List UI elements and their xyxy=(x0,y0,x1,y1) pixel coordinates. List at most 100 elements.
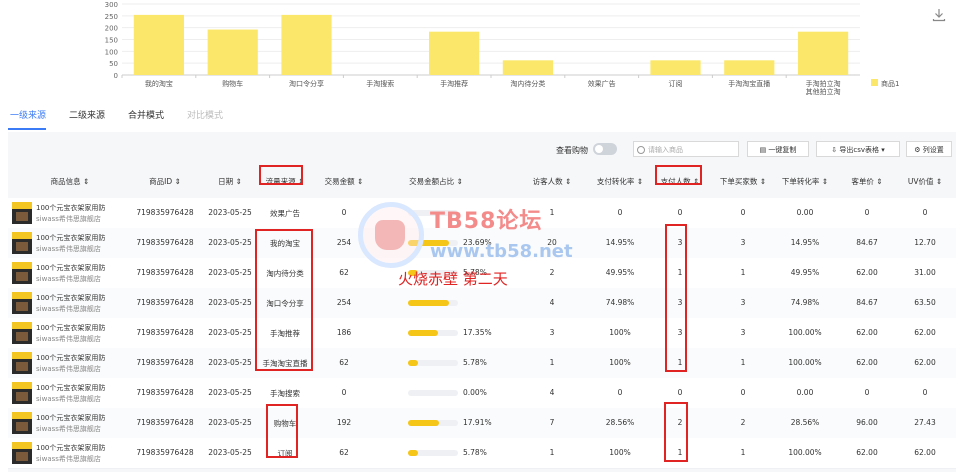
cell-pay-conversion: 100% xyxy=(609,358,631,367)
watermark-url: www.tb58.net xyxy=(430,241,573,262)
cell-uv-value: 62.00 xyxy=(914,328,936,337)
product-thumbnail[interactable] xyxy=(12,412,32,434)
cell-amount: 254 xyxy=(336,238,352,247)
bar[interactable] xyxy=(429,31,480,75)
export-csv-button[interactable]: ⇩ 导出csv表格 ▾ xyxy=(816,141,900,157)
product-name[interactable]: 100个元宝衣架家用防 xyxy=(36,413,105,423)
col-order-conversion[interactable]: 下单转化率 ⇕ xyxy=(782,176,828,187)
table-row[interactable]: 100个元宝衣架家用防 siwass希伟思旗舰店 719835976428 2023-… xyxy=(8,378,956,409)
bar[interactable] xyxy=(133,14,184,76)
product-name[interactable]: 100个元宝衣架家用防 xyxy=(36,383,105,393)
product-search-input[interactable]: 请输入商品 xyxy=(633,141,739,157)
highlight-source-group xyxy=(255,229,313,371)
cell-amount: 62 xyxy=(339,268,349,277)
cell-order-conversion: 0.00 xyxy=(796,388,814,397)
col-uv-value[interactable]: UV价值 ⇕ xyxy=(908,176,942,187)
cell-order-conversion: 49.95% xyxy=(790,268,820,277)
highlight-source-header xyxy=(259,165,303,185)
cell-pay-conversion: 28.56% xyxy=(605,418,635,427)
cell-visitors: 7 xyxy=(549,418,555,427)
cell-date: 2023-05-25 xyxy=(208,418,252,427)
view-purchase-toggle[interactable] xyxy=(593,143,617,155)
tab-level2-source[interactable]: 二级来源 xyxy=(69,108,105,121)
column-settings-button[interactable]: ⚙ 列设置 xyxy=(906,141,952,157)
download-icon[interactable] xyxy=(932,8,946,22)
active-tab-indicator xyxy=(8,128,46,130)
cell-product-id: 719835976428 xyxy=(136,418,194,427)
copy-button[interactable]: ▤ 一键复制 xyxy=(747,141,809,157)
cell-visitors: 1 xyxy=(549,358,555,367)
amount-share-percent: 5.78% xyxy=(463,358,487,367)
highlight-source-group-2 xyxy=(266,404,298,458)
amount-share-fill xyxy=(408,450,419,456)
cell-product-id: 719835976428 xyxy=(136,448,194,457)
bar[interactable] xyxy=(502,60,553,75)
legend-label[interactable]: 商品1 xyxy=(881,79,899,88)
cell-amount: 0 xyxy=(341,388,347,397)
cell-amount: 186 xyxy=(336,328,352,337)
col-visitors[interactable]: 访客人数 ⇕ xyxy=(533,176,572,187)
y-tick-label: 100 xyxy=(105,48,118,56)
bar[interactable] xyxy=(650,60,701,75)
bar[interactable] xyxy=(281,14,332,76)
col-product-id[interactable]: 商品ID ⇕ xyxy=(149,176,181,187)
product-name[interactable]: 100个元宝衣架家用防 xyxy=(36,293,105,303)
product-thumbnail[interactable] xyxy=(12,292,32,314)
cell-amount: 62 xyxy=(339,448,349,457)
amount-share-percent: 0.00% xyxy=(463,388,487,397)
cell-order-buyers: 1 xyxy=(740,268,746,277)
product-name[interactable]: 100个元宝衣架家用防 xyxy=(36,263,105,273)
col-product-info[interactable]: 商品信息 ⇕ xyxy=(51,176,90,187)
cell-order-conversion: 14.95% xyxy=(790,238,820,247)
product-thumbnail[interactable] xyxy=(12,442,32,464)
product-name[interactable]: 100个元宝衣架家用防 xyxy=(36,443,105,453)
amount-share-fill xyxy=(408,300,450,306)
cell-pay-conversion: 100% xyxy=(609,328,631,337)
product-thumbnail[interactable] xyxy=(12,382,32,404)
table-row[interactable]: 100个元宝衣架家用防 siwass希伟思旗舰店 719835976428 2023-… xyxy=(8,288,956,319)
product-thumbnail[interactable] xyxy=(12,232,32,254)
table-row[interactable]: 100个元宝衣架家用防 siwass希伟思旗舰店 719835976428 2023-… xyxy=(8,408,956,439)
legend-swatch[interactable] xyxy=(871,79,878,86)
cell-order-conversion: 0.00 xyxy=(796,208,814,217)
view-purchase-label: 查看购物 xyxy=(556,146,588,155)
col-aov[interactable]: 客单价 ⇕ xyxy=(851,176,882,187)
cell-product-id: 719835976428 xyxy=(136,328,194,337)
cell-uv-value: 27.43 xyxy=(914,418,936,427)
tab-compare-mode[interactable]: 对比模式 xyxy=(187,108,223,121)
product-thumbnail[interactable] xyxy=(12,262,32,284)
chevron-down-icon: ▾ xyxy=(878,146,885,154)
data-panel: 查看购物 请输入商品 ▤ 一键复制 ⇩ 导出csv表格 ▾ ⚙ 列设置 商品信息… xyxy=(8,132,956,472)
cell-order-buyers: 3 xyxy=(740,238,746,247)
bar[interactable] xyxy=(724,60,775,75)
cell-product-id: 719835976428 xyxy=(136,298,194,307)
tab-merge-mode[interactable]: 合并模式 xyxy=(128,108,164,121)
product-name[interactable]: 100个元宝衣架家用防 xyxy=(36,353,105,363)
product-name[interactable]: 100个元宝衣架家用防 xyxy=(36,203,105,213)
cell-date: 2023-05-25 xyxy=(208,358,252,367)
product-thumbnail[interactable] xyxy=(12,202,32,224)
x-tick-label: 效果广告 xyxy=(588,79,616,88)
col-amount[interactable]: 交易金额 ⇕ xyxy=(325,176,364,187)
cell-visitors: 1 xyxy=(549,208,555,217)
col-pay-conversion[interactable]: 支付转化率 ⇕ xyxy=(597,176,643,187)
product-thumbnail[interactable] xyxy=(12,322,32,344)
watermark-title: TB58论坛 xyxy=(430,209,543,234)
bar[interactable] xyxy=(798,31,849,75)
product-name[interactable]: 100个元宝衣架家用防 xyxy=(36,323,105,333)
col-amount-share[interactable]: 交易金额占比 ⇕ xyxy=(409,176,463,187)
col-date[interactable]: 日期 ⇕ xyxy=(218,176,242,187)
cell-aov: 96.00 xyxy=(856,418,878,427)
tab-level1-source[interactable]: 一级来源 xyxy=(10,108,46,121)
col-order-buyers[interactable]: 下单买家数 ⇕ xyxy=(720,176,766,187)
table-row[interactable]: 100个元宝衣架家用防 siwass希伟思旗舰店 719835976428 2023-… xyxy=(8,438,956,469)
table-row[interactable]: 100个元宝衣架家用防 siwass希伟思旗舰店 719835976428 2023-… xyxy=(8,318,956,349)
cell-amount: 192 xyxy=(336,418,352,427)
product-name[interactable]: 100个元宝衣架家用防 xyxy=(36,233,105,243)
product-thumbnail[interactable] xyxy=(12,352,32,374)
table-row[interactable]: 100个元宝衣架家用防 siwass希伟思旗舰店 719835976428 2023-… xyxy=(8,348,956,379)
shop-name: siwass希伟思旗舰店 xyxy=(36,215,101,223)
bar[interactable] xyxy=(207,29,258,76)
cell-uv-value: 63.50 xyxy=(914,298,936,307)
cell-uv-value: 0 xyxy=(922,388,928,397)
